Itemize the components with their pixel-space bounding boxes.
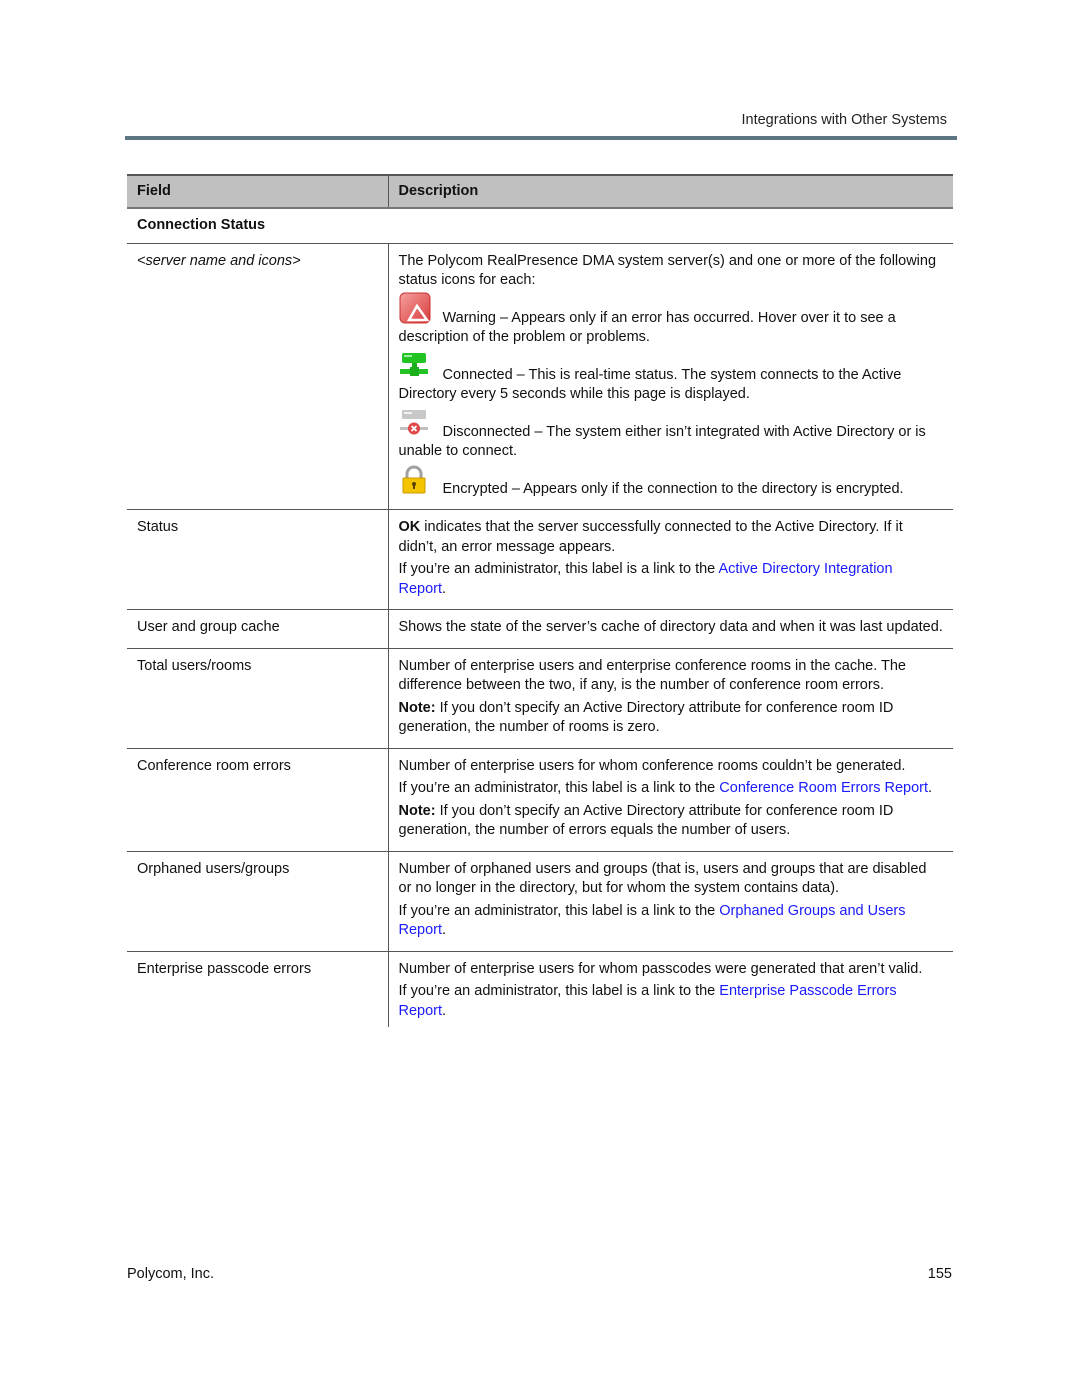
table-row: Status OK indicates that the server succ… <box>127 509 953 610</box>
note-label: Note: <box>398 802 436 819</box>
column-header-description: Description <box>388 174 953 209</box>
header-rule <box>125 136 957 140</box>
table-row: Orphaned users/groups Number of orphaned… <box>127 851 953 952</box>
table-row: Total users/rooms Number of enterprise u… <box>127 648 953 749</box>
field-cell: Orphaned users/groups <box>127 851 389 952</box>
field-cell: Status <box>127 509 389 610</box>
field-description-table: Field Description Connection Status <ser… <box>127 174 953 1027</box>
description-text: The Polycom RealPresence DMA system serv… <box>398 252 937 289</box>
disconnected-icon <box>399 408 431 438</box>
note-label: Note: <box>398 699 436 716</box>
section-title: Connection Status <box>127 208 953 244</box>
section-row: Connection Status <box>127 208 953 244</box>
description-cell: The Polycom RealPresence DMA system serv… <box>388 243 953 510</box>
description-text: OK indicates that the server successfull… <box>399 518 944 557</box>
description-text-rest: indicates that the server successfully c… <box>398 519 903 555</box>
status-icon-item: Connected – This is real-time status. Th… <box>399 351 944 405</box>
description-text: Number of orphaned users and groups (tha… <box>398 860 927 897</box>
description-text: Shows the state of the server’s cache of… <box>398 619 943 635</box>
status-icon-item: Disconnected – The system either isn’t i… <box>399 408 944 462</box>
admin-link-text: If you’re an administrator, this label i… <box>399 982 944 1021</box>
link-suffix: . <box>442 580 447 597</box>
table-row: User and group cache Shows the state of … <box>127 609 953 649</box>
admin-link-text: If you’re an administrator, this label i… <box>399 779 944 799</box>
description-text: Number of enterprise users for whom pass… <box>398 960 923 977</box>
field-cell: Total users/rooms <box>127 648 389 749</box>
field-cell: User and group cache <box>127 609 389 649</box>
link-prefix: If you’re an administrator, this label i… <box>398 902 720 919</box>
field-cell: Enterprise passcode errors <box>127 951 389 1027</box>
link-prefix: If you’re an administrator, this label i… <box>398 780 720 796</box>
footer-page-number: 155 <box>927 1266 952 1282</box>
encrypted-lock-icon <box>399 465 431 495</box>
admin-link-text: If you’re an administrator, this label i… <box>399 560 944 599</box>
connected-icon <box>399 351 431 381</box>
field-cell: <server name and icons> <box>127 243 389 510</box>
link-suffix: . <box>442 1002 447 1019</box>
table-row: Enterprise passcode errors Number of ent… <box>127 951 953 1027</box>
status-icon-item: Encrypted – Appears only if the connecti… <box>399 465 944 500</box>
footer-company: Polycom, Inc. <box>127 1266 215 1282</box>
note-text: Note: If you don’t specify an Active Dir… <box>399 699 944 738</box>
description-cell: Number of enterprise users for whom pass… <box>388 951 953 1027</box>
link-suffix: . <box>442 922 447 938</box>
running-header-title: Integrations with Other Systems <box>741 112 948 128</box>
description-text: Number of enterprise users and enterpris… <box>398 657 907 694</box>
connected-description: Connected – This is real-time status. Th… <box>398 366 902 403</box>
note-body: If you don’t specify an Active Directory… <box>398 802 894 839</box>
table-row: <server name and icons> The Polycom Real… <box>127 243 953 510</box>
conference-room-errors-report-link[interactable]: Conference Room Errors Report <box>719 780 928 796</box>
link-prefix: If you’re an administrator, this label i… <box>398 561 719 577</box>
table-row: Conference room errors Number of enterpr… <box>127 748 953 852</box>
ok-keyword: OK <box>398 519 421 535</box>
warning-icon <box>399 292 431 324</box>
description-cell: Number of enterprise users for whom conf… <box>388 748 953 852</box>
field-cell: Conference room errors <box>127 748 389 852</box>
description-cell: Number of orphaned users and groups (tha… <box>388 851 953 952</box>
description-cell: Shows the state of the server’s cache of… <box>388 609 953 649</box>
admin-link-text: If you’re an administrator, this label i… <box>399 902 944 941</box>
disconnected-description: Disconnected – The system either isn’t i… <box>398 423 926 460</box>
column-header-field: Field <box>127 174 389 209</box>
encrypted-description: Encrypted – Appears only if the connecti… <box>442 480 904 497</box>
status-icon-item: Warning – Appears only if an error has o… <box>398 292 944 348</box>
warning-description: Warning – Appears only if an error has o… <box>398 309 896 346</box>
link-suffix: . <box>928 780 933 796</box>
note-body: If you don’t specify an Active Directory… <box>398 699 894 736</box>
description-text: Number of enterprise users for whom conf… <box>398 757 906 774</box>
note-text: Note: If you don’t specify an Active Dir… <box>399 802 944 841</box>
description-cell: OK indicates that the server successfull… <box>388 509 953 610</box>
link-prefix: If you’re an administrator, this label i… <box>398 983 720 999</box>
description-cell: Number of enterprise users and enterpris… <box>388 648 953 749</box>
table-header-row: Field Description <box>127 174 953 209</box>
